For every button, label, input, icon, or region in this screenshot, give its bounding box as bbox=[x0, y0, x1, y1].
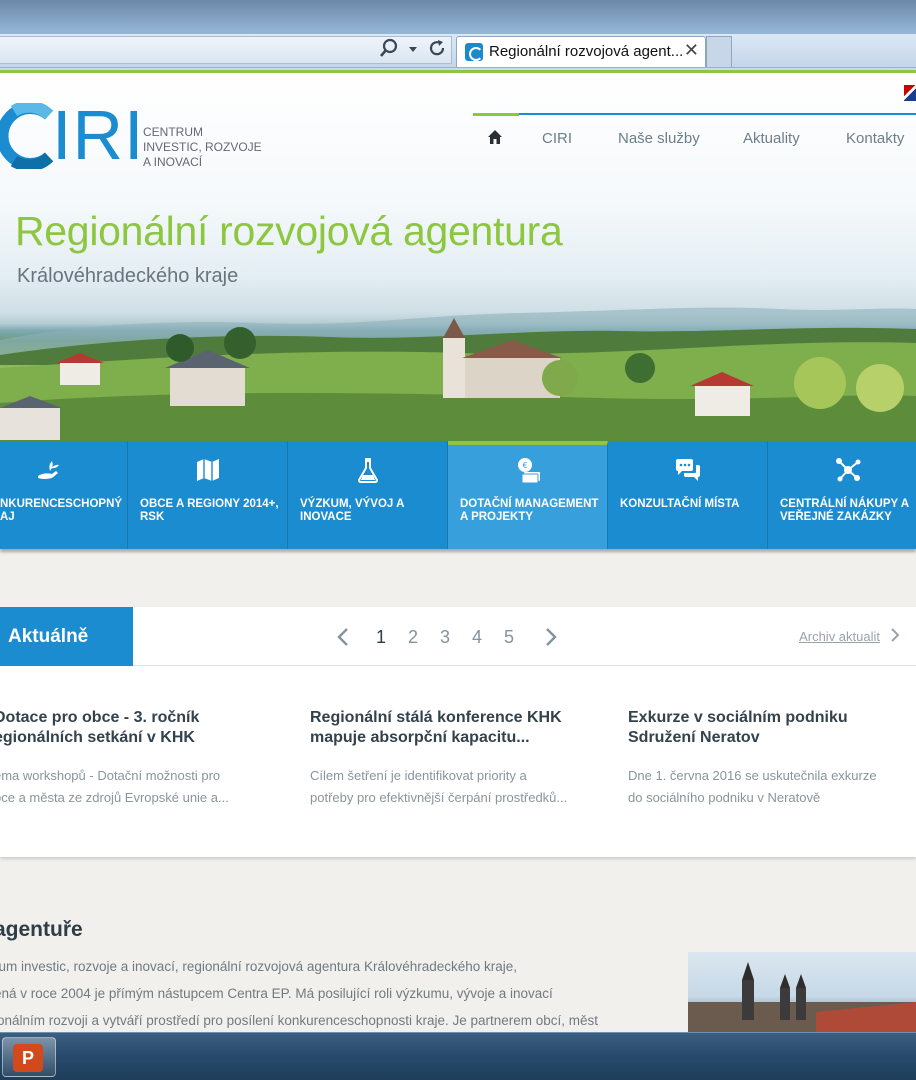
logo-subtitle: CENTRUM INVESTIC, ROZVOJE A INOVACÍ bbox=[143, 125, 262, 170]
news-label: Aktuálně bbox=[0, 607, 133, 666]
svg-text:€: € bbox=[522, 461, 527, 470]
dropdown-arrow-icon[interactable] bbox=[402, 38, 424, 62]
category-research[interactable]: VÝZKUM, VÝVOJ A INOVACE bbox=[288, 441, 448, 549]
article-title[interactable]: Regionální stálá konference KHK mapuje a… bbox=[310, 708, 590, 748]
hand-plant-icon bbox=[38, 461, 59, 479]
nav-item-contacts[interactable]: Kontakty bbox=[846, 130, 904, 147]
page-link[interactable]: 1 bbox=[376, 627, 386, 648]
news-article[interactable]: Regionální stálá konference KHK mapuje a… bbox=[310, 708, 590, 809]
news-section: Aktuálně 1 2 3 4 5 Archiv aktualit Dotac… bbox=[0, 607, 916, 857]
news-article[interactable]: Dotace pro obce - 3. ročník egionálních … bbox=[0, 708, 274, 809]
article-title[interactable]: Dotace pro obce - 3. ročník egionálních … bbox=[0, 708, 274, 748]
website: IRI CENTRUM INVESTIC, ROZVOJE A INOVACÍ … bbox=[0, 70, 916, 1032]
category-label: KONZULTAČNÍ MÍSTA bbox=[620, 498, 740, 510]
browser-tab[interactable]: Regionální rozvojová agent... ✕ bbox=[456, 36, 706, 67]
refresh-icon[interactable] bbox=[426, 38, 448, 62]
nav-item-services[interactable]: Naše služby bbox=[618, 130, 700, 147]
category-label: OBCE A REGIONY 2014+, RSK bbox=[140, 498, 279, 523]
article-excerpt: Dne 1. června 2016 se uskutečnila exkurz… bbox=[628, 768, 877, 805]
logo-subtitle-line: CENTRUM bbox=[143, 125, 203, 139]
archive-link[interactable]: Archiv aktualit bbox=[799, 629, 880, 644]
category-regions[interactable]: OBCE A REGIONY 2014+, RSK bbox=[128, 441, 288, 549]
category-label: DOTAČNÍ MANAGEMENT A PROJEKTY bbox=[460, 498, 599, 523]
chevron-right-icon[interactable] bbox=[544, 627, 558, 647]
article-title[interactable]: Exkurze v sociálním podniku Sdružení Ner… bbox=[628, 708, 908, 748]
home-icon[interactable] bbox=[487, 129, 503, 145]
powerpoint-icon: P bbox=[13, 1044, 43, 1072]
category-bar: NKURENCESCHOPNÝ AJ OBCE A REGIONY 2014+,… bbox=[0, 441, 916, 549]
hero-title: Regionální rozvojová agentura bbox=[15, 208, 563, 254]
chevron-right-icon[interactable] bbox=[890, 627, 900, 643]
nav-item-ciri[interactable]: CIRI bbox=[542, 130, 572, 147]
article-excerpt: éma workshopů - Dotační možnosti pro bce… bbox=[0, 768, 229, 805]
hero-banner: IRI CENTRUM INVESTIC, ROZVOJE A INOVACÍ … bbox=[0, 73, 916, 444]
page-link[interactable]: 2 bbox=[408, 627, 418, 648]
tab-title: Regionální rozvojová agent... bbox=[489, 43, 684, 60]
chevron-left-icon[interactable] bbox=[336, 627, 350, 647]
site-favicon-icon bbox=[465, 43, 483, 61]
taskbar-powerpoint-button[interactable]: P bbox=[2, 1037, 56, 1077]
nav-active-indicator bbox=[473, 113, 519, 116]
network-icon bbox=[836, 458, 861, 482]
category-label: VÝZKUM, VÝVOJ A INOVACE bbox=[300, 498, 405, 523]
page-link[interactable]: 3 bbox=[440, 627, 450, 648]
article-excerpt: Cílem šetření je identifikovat priority … bbox=[310, 768, 568, 805]
logo-c-icon bbox=[0, 103, 54, 169]
nav-divider bbox=[473, 113, 916, 115]
map-icon bbox=[197, 459, 219, 481]
city-photo bbox=[688, 952, 916, 1032]
new-tab-button[interactable] bbox=[706, 36, 732, 67]
city-skyline-illustration bbox=[688, 962, 916, 1032]
village-illustration bbox=[0, 318, 916, 444]
page-link[interactable]: 5 bbox=[504, 627, 514, 648]
logo-subtitle-line: A INOVACÍ bbox=[143, 155, 203, 169]
about-heading: agentuře bbox=[0, 918, 83, 941]
category-consulting[interactable]: KONZULTAČNÍ MÍSTA bbox=[608, 441, 768, 549]
category-grants[interactable]: € DOTAČNÍ MANAGEMENT A PROJEKTY bbox=[448, 441, 608, 549]
os-taskbar: P bbox=[0, 1032, 916, 1080]
news-article[interactable]: Exkurze v sociálním podniku Sdružení Ner… bbox=[628, 708, 908, 809]
logo-wordmark: IRI bbox=[52, 96, 145, 174]
category-label: CENTRÁLNÍ NÁKUPY A VEŘEJNÉ ZAKÁZKY bbox=[780, 498, 910, 523]
category-competitiveness[interactable]: NKURENCESCHOPNÝ AJ bbox=[0, 441, 128, 549]
hero-subtitle: Královéhradeckého kraje bbox=[17, 265, 239, 287]
category-procurement[interactable]: CENTRÁLNÍ NÁKUPY A VEŘEJNÉ ZAKÁZKY bbox=[768, 441, 916, 549]
chat-icon bbox=[676, 459, 700, 481]
ciri-logo[interactable]: IRI CENTRUM INVESTIC, ROZVOJE A INOVACÍ bbox=[0, 96, 264, 174]
page-link[interactable]: 4 bbox=[472, 627, 482, 648]
browser-chrome: Regionální rozvojová agent... ✕ bbox=[0, 0, 916, 70]
about-text: rum investic, rozvoje a inovací, regioná… bbox=[0, 959, 599, 1028]
news-pagination: 1 2 3 4 5 bbox=[330, 625, 570, 649]
flask-icon bbox=[357, 458, 379, 483]
logo-subtitle-line: INVESTIC, ROZVOJE bbox=[143, 140, 262, 154]
main-navigation: CIRI Naše služby Aktuality Kontakty bbox=[473, 113, 916, 165]
english-flag-icon[interactable] bbox=[904, 85, 916, 101]
close-icon[interactable]: ✕ bbox=[684, 40, 699, 61]
news-header: Aktuálně 1 2 3 4 5 Archiv aktualit bbox=[0, 607, 916, 666]
nav-item-news[interactable]: Aktuality bbox=[743, 130, 800, 147]
search-icon[interactable] bbox=[378, 38, 400, 62]
money-icon: € bbox=[518, 458, 540, 484]
